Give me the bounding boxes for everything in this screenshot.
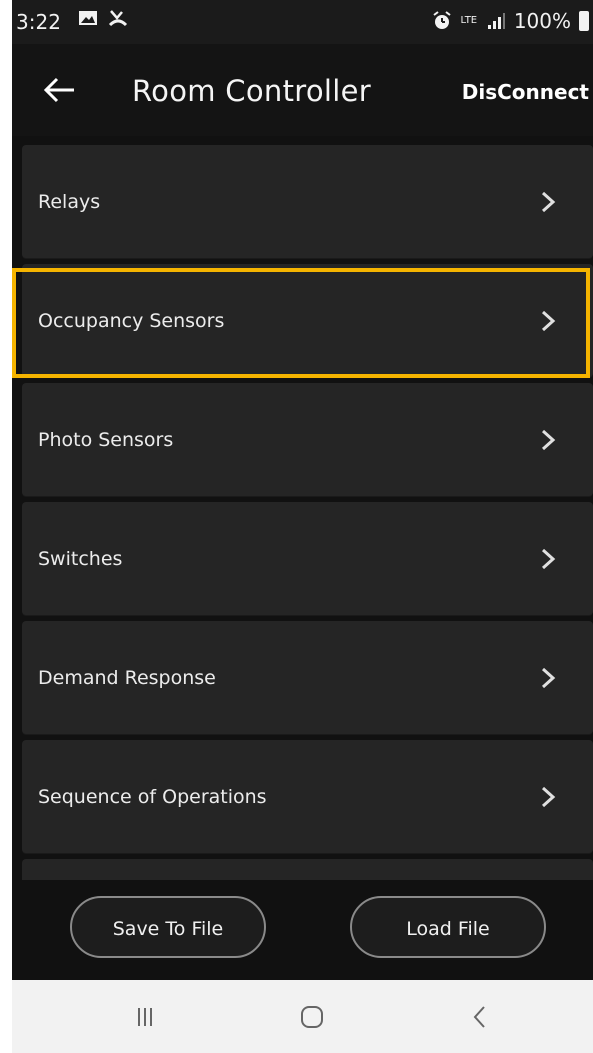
menu-item-label: Sequence of Operations xyxy=(38,785,267,808)
back-icon[interactable] xyxy=(465,1002,495,1032)
menu-item-label: Photo Sensors xyxy=(38,428,174,451)
chevron-right-icon xyxy=(541,786,556,807)
chevron-right-icon xyxy=(541,429,556,450)
chevron-right-icon xyxy=(541,191,556,212)
disconnect-button[interactable]: DisConnect xyxy=(462,80,589,104)
signal-icon xyxy=(487,13,505,29)
menu-list: Relays Occupancy Sensors Photo Sensors S… xyxy=(12,140,593,880)
image-icon xyxy=(79,11,97,25)
menu-item-switches[interactable]: Switches xyxy=(22,502,593,615)
phone-screen: 3:22 LTE 100% Room Controller DisConnect… xyxy=(12,0,593,1053)
chevron-right-icon xyxy=(541,667,556,688)
menu-item-label: Switches xyxy=(38,547,123,570)
battery-icon xyxy=(579,11,589,31)
lte-icon: LTE xyxy=(460,15,478,26)
action-bar: Save To File Load File xyxy=(12,880,593,980)
menu-item-demand-response[interactable]: Demand Response xyxy=(22,621,593,734)
status-bar: 3:22 LTE 100% xyxy=(12,0,593,44)
system-nav-bar xyxy=(12,980,593,1053)
save-to-file-button[interactable]: Save To File xyxy=(70,896,266,958)
menu-item-partial[interactable] xyxy=(22,859,593,880)
menu-item-photo-sensors[interactable]: Photo Sensors xyxy=(22,383,593,496)
system-icons: LTE 100% xyxy=(432,9,589,33)
menu-item-label: Occupancy Sensors xyxy=(38,309,225,332)
missed-call-icon xyxy=(108,10,128,27)
notification-icons xyxy=(78,8,128,28)
recent-apps-icon[interactable] xyxy=(130,1002,160,1032)
menu-item-label: Demand Response xyxy=(38,666,216,689)
chevron-right-icon xyxy=(541,310,556,331)
menu-item-relays[interactable]: Relays xyxy=(22,145,593,258)
alarm-icon xyxy=(433,11,451,29)
load-file-button[interactable]: Load File xyxy=(350,896,546,958)
page-title: Room Controller xyxy=(132,74,371,108)
menu-item-occupancy-sensors[interactable]: Occupancy Sensors xyxy=(22,264,593,377)
back-arrow-icon[interactable] xyxy=(40,70,80,110)
status-time: 3:22 xyxy=(16,10,61,34)
menu-item-label: Relays xyxy=(38,190,101,213)
battery-percent: 100% xyxy=(513,9,571,33)
chevron-right-icon xyxy=(541,548,556,569)
app-bar: Room Controller DisConnect xyxy=(12,44,593,136)
menu-item-sequence-of-operations[interactable]: Sequence of Operations xyxy=(22,740,593,853)
home-icon[interactable] xyxy=(297,1002,327,1032)
